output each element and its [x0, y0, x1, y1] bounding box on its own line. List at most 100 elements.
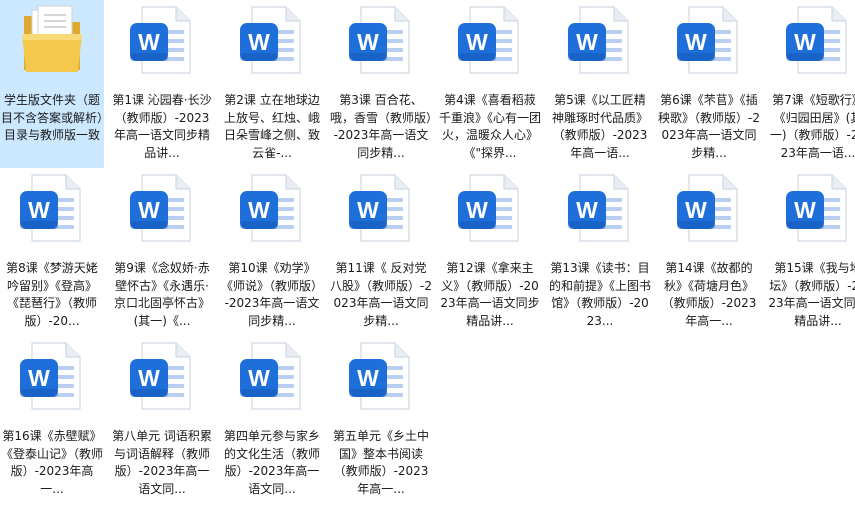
icon-container: W [548, 172, 652, 248]
svg-text:W: W [138, 365, 160, 391]
word-document-icon: W [130, 174, 191, 242]
file-item[interactable]: W 第12课《拿来主义》（教师版）-2023年高一语文同步精品讲... [438, 168, 542, 336]
word-document-icon: W [240, 342, 301, 410]
svg-text:W: W [685, 197, 707, 223]
file-name-label: 第3课 百合花、哦，香雪（教师版）-2023年高一语文同步精... [330, 93, 432, 160]
folder-item[interactable]: 学生版文件夹（题目不含答案或解析）目录与教师版一致 [0, 0, 104, 168]
icon-container: W [220, 340, 324, 416]
file-name-label: 第8课《梦游天姥吟留别》《登高》《琵琶行》（教师版）-20... [6, 261, 98, 328]
file-item[interactable]: W 第16课《赤壁赋》《登泰山记》（教师版）-2023年高一... [0, 336, 104, 504]
file-name-label: 第四单元参与家乡的文化生活（教师版）-2023年高一语文同... [223, 429, 320, 496]
svg-text:W: W [576, 197, 598, 223]
icon-container: W [766, 172, 855, 248]
file-item[interactable]: W 第8课《梦游天姥吟留别》《登高》《琵琶行》（教师版）-20... [0, 168, 104, 336]
word-document-icon: W [568, 6, 629, 74]
file-name-label: 第14课《故都的秋》《荷塘月色》（教师版）-2023年高一... [661, 261, 757, 328]
file-item[interactable]: W 第3课 百合花、哦，香雪（教师版）-2023年高一语文同步精... [329, 0, 433, 168]
svg-text:W: W [248, 365, 270, 391]
icon-container: W [438, 4, 542, 80]
file-item[interactable]: W 第11课《 反对党八股》（教师版）-2023年高一语文同步精... [329, 168, 433, 336]
file-item[interactable]: W 第10课《劝学》《师说》（教师版）-2023年高一语文同步精... [220, 168, 324, 336]
file-name-label: 第6课《芣苢》《插秧歌》（教师版）-2023年高一语文同步精... [658, 93, 760, 160]
file-item[interactable]: W 第15课《我与地坛》（教师版）-2023年高一语文同步精品讲... [766, 168, 855, 336]
word-document-icon: W [349, 174, 410, 242]
svg-text:W: W [248, 197, 270, 223]
file-item[interactable]: W 第14课《故都的秋》《荷塘月色》（教师版）-2023年高一... [657, 168, 761, 336]
word-document-icon: W [20, 342, 81, 410]
file-name-label: 第9课《念奴娇·赤壁怀古》《永遇乐·京口北固亭怀古》(其一)《... [113, 261, 210, 328]
word-document-icon: W [568, 174, 629, 242]
file-item[interactable]: W 第13课《读书：目的和前提》《上图书馆》（教师版）-2023... [548, 168, 652, 336]
file-item[interactable]: W 第5课《以工匠精神雕琢时代品质》（教师版）-2023年高一语... [548, 0, 652, 168]
file-name-label: 学生版文件夹（题目不含答案或解析）目录与教师版一致 [1, 93, 103, 142]
icon-container: W [0, 172, 104, 248]
icon-container: W [548, 4, 652, 80]
svg-text:W: W [576, 29, 598, 55]
svg-text:W: W [28, 365, 50, 391]
icon-container: W [110, 4, 214, 80]
icon-container: W [329, 340, 433, 416]
icon-container: W [329, 4, 433, 80]
svg-text:W: W [138, 197, 160, 223]
file-grid: 学生版文件夹（题目不含答案或解析）目录与教师版一致 W 第1课 沁园春·长沙（教… [0, 0, 855, 530]
word-document-icon: W [130, 342, 191, 410]
file-item[interactable]: W 第7课《短歌行》《归园田居》(其一)（教师版）-2023年高一语... [766, 0, 855, 168]
file-name-label: 第2课 立在地球边上放号、红烛、峨日朵雪峰之侧、致云雀-... [223, 93, 320, 160]
file-name-label: 第八单元 词语积累与词语解释（教师版）-2023年高一语文同... [112, 429, 212, 496]
svg-text:W: W [248, 29, 270, 55]
icon-container: W [657, 172, 761, 248]
icon-container: W [220, 172, 324, 248]
word-document-icon: W [786, 174, 847, 242]
file-name-label: 第7课《短歌行》《归园田居》(其一)（教师版）-2023年高一语... [769, 93, 855, 160]
icon-container [0, 4, 104, 80]
file-name-label: 第1课 沁园春·长沙（教师版）-2023年高一语文同步精品讲... [112, 93, 212, 160]
word-document-icon: W [786, 6, 847, 74]
word-document-icon: W [20, 174, 81, 242]
icon-container: W [329, 172, 433, 248]
file-name-label: 第15课《我与地坛》（教师版）-2023年高一语文同步精品讲... [768, 261, 855, 328]
icon-container: W [110, 172, 214, 248]
svg-text:W: W [466, 197, 488, 223]
svg-text:W: W [357, 197, 379, 223]
file-name-label: 第10课《劝学》《师说》（教师版）-2023年高一语文同步精... [221, 261, 323, 328]
file-item[interactable]: W 第9课《念奴娇·赤壁怀古》《永遇乐·京口北固亭怀古》(其一)《... [110, 168, 214, 336]
file-item[interactable]: W 第4课《喜看稻菽千重浪》《心有一团火，温暖众人心》《"探界... [438, 0, 542, 168]
word-document-icon: W [240, 6, 301, 74]
file-item[interactable]: W 第2课 立在地球边上放号、红烛、峨日朵雪峰之侧、致云雀-... [220, 0, 324, 168]
icon-container: W [0, 340, 104, 416]
word-document-icon: W [349, 342, 410, 410]
word-document-icon: W [240, 174, 301, 242]
file-item[interactable]: W 第五单元《乡土中国》整本书阅读（教师版）-2023年高一... [329, 336, 433, 504]
svg-text:W: W [138, 29, 160, 55]
file-name-label: 第16课《赤壁赋》《登泰山记》（教师版）-2023年高一... [1, 429, 103, 496]
svg-text:W: W [794, 197, 816, 223]
folder-icon [22, 5, 82, 72]
icon-container: W [766, 4, 855, 80]
file-name-label: 第5课《以工匠精神雕琢时代品质》（教师版）-2023年高一语... [551, 93, 648, 160]
icon-container: W [110, 340, 214, 416]
icon-container: W [657, 4, 761, 80]
file-name-label: 第13课《读书：目的和前提》《上图书馆》（教师版）-2023... [549, 261, 651, 328]
icon-container: W [438, 172, 542, 248]
svg-text:W: W [685, 29, 707, 55]
word-document-icon: W [349, 6, 410, 74]
file-name-label: 第11课《 反对党八股》（教师版）-2023年高一语文同步精... [330, 261, 432, 328]
word-document-icon: W [130, 6, 191, 74]
word-document-icon: W [458, 6, 519, 74]
svg-text:W: W [28, 197, 50, 223]
file-item[interactable]: W 第四单元参与家乡的文化生活（教师版）-2023年高一语文同... [220, 336, 324, 504]
svg-text:W: W [357, 365, 379, 391]
svg-text:W: W [357, 29, 379, 55]
file-name-label: 第五单元《乡土中国》整本书阅读（教师版）-2023年高一... [332, 429, 429, 496]
file-item[interactable]: W 第1课 沁园春·长沙（教师版）-2023年高一语文同步精品讲... [110, 0, 214, 168]
word-document-icon: W [458, 174, 519, 242]
svg-text:W: W [466, 29, 488, 55]
word-document-icon: W [677, 6, 738, 74]
file-item[interactable]: W 第6课《芣苢》《插秧歌》（教师版）-2023年高一语文同步精... [657, 0, 761, 168]
file-item[interactable]: W 第八单元 词语积累与词语解释（教师版）-2023年高一语文同... [110, 336, 214, 504]
word-document-icon: W [677, 174, 738, 242]
svg-text:W: W [794, 29, 816, 55]
file-name-label: 第4课《喜看稻菽千重浪》《心有一团火，温暖众人心》《"探界... [439, 93, 541, 160]
file-name-label: 第12课《拿来主义》（教师版）-2023年高一语文同步精品讲... [440, 261, 540, 328]
icon-container: W [220, 4, 324, 80]
